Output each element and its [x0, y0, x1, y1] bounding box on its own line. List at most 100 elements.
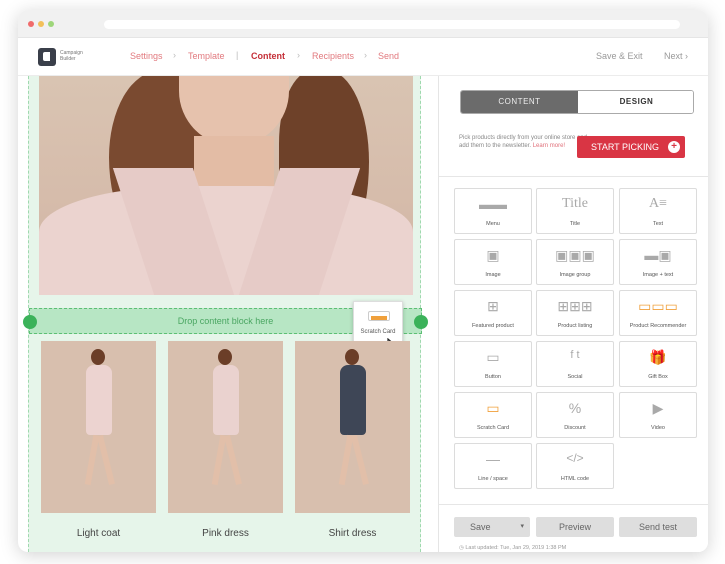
button-icon: ▭ — [486, 349, 500, 365]
sidebar-tabs: CONTENT DESIGN — [460, 90, 694, 114]
image-icon: ▣ — [486, 247, 500, 263]
email-canvas[interactable]: Drop content block here Scratch Card Lig… — [23, 76, 428, 552]
block-label: Image group — [559, 272, 591, 278]
save-exit-link[interactable]: Save & Exit — [596, 51, 643, 61]
block-label: Discount — [564, 425, 586, 431]
step-template[interactable]: Template — [188, 51, 225, 61]
block-discount[interactable]: % Discount — [536, 392, 614, 438]
tab-design[interactable]: DESIGN — [578, 91, 693, 113]
block-button[interactable]: ▭ Button — [454, 341, 532, 387]
block-label: Product listing — [557, 323, 593, 329]
dragged-block-scratch-card[interactable]: Scratch Card — [353, 301, 403, 343]
save-button[interactable]: Save ▾ — [454, 517, 530, 537]
drop-handle-right-icon[interactable] — [414, 315, 428, 329]
browser-chrome — [18, 10, 708, 38]
close-dot-icon[interactable] — [28, 21, 34, 27]
logo-text: Campaign Builder — [60, 50, 83, 62]
save-label: Save — [470, 522, 491, 532]
plus-icon: + — [668, 141, 680, 153]
block-label: Social — [567, 374, 583, 380]
product-image-pink-dress[interactable] — [168, 341, 283, 513]
step-separator-icon: | — [236, 50, 239, 60]
html-code-icon: </> — [566, 451, 584, 465]
block-label: Product Recommender — [629, 323, 687, 329]
image-text-icon: ▬▣ — [644, 247, 672, 263]
block-featured-product[interactable]: ⊞ Featured product — [454, 290, 532, 336]
dragged-block-label: Scratch Card — [360, 329, 396, 335]
block-label: Video — [651, 425, 665, 431]
product-image-shirt-dress[interactable] — [295, 341, 410, 513]
step-recipients[interactable]: Recipients — [312, 51, 354, 61]
step-send[interactable]: Send — [378, 51, 399, 61]
product-recommender-icon: ▭▭▭ — [638, 298, 678, 314]
block-social[interactable]: f t Social — [536, 341, 614, 387]
block-scratch-card[interactable]: ▭ Scratch Card — [454, 392, 532, 438]
block-product-listing[interactable]: ⊞⊞⊞ Product listing — [536, 290, 614, 336]
menu-icon: ▬▬ — [479, 196, 507, 212]
step-separator-icon: › — [173, 50, 176, 60]
logo-icon — [38, 48, 56, 66]
last-updated-text: ◷ Last updated: Tue, Jan 29, 2019 1:38 P… — [459, 545, 566, 551]
step-separator-icon: › — [364, 50, 367, 60]
block-html-code[interactable]: </> HTML code — [536, 443, 614, 489]
scratch-card-icon — [368, 311, 390, 321]
step-content[interactable]: Content — [251, 51, 285, 61]
block-text[interactable]: A≡ Text — [619, 188, 697, 234]
scratch-card-icon: ▭ — [486, 400, 500, 416]
gift-box-icon: 🎁 — [649, 349, 667, 365]
content-sidebar: CONTENT DESIGN Pick products directly fr… — [438, 76, 708, 552]
block-line-space[interactable]: — Line / space — [454, 443, 532, 489]
minimize-dot-icon[interactable] — [38, 21, 44, 27]
block-image-text[interactable]: ▬▣ Image + text — [619, 239, 697, 285]
block-video[interactable]: ▶ Video — [619, 392, 697, 438]
image-group-icon: ▣▣▣ — [555, 247, 595, 263]
tab-content[interactable]: CONTENT — [461, 91, 578, 113]
product-listing-icon: ⊞⊞⊞ — [557, 298, 593, 314]
start-picking-button[interactable]: START PICKING + — [577, 136, 685, 158]
block-label: Line / space — [478, 476, 508, 482]
learn-more-link[interactable]: Learn more! — [533, 143, 565, 149]
block-product-recommender[interactable]: ▭▭▭ Product Recommender — [619, 290, 697, 336]
block-label: Text — [652, 221, 664, 227]
product-name: Light coat — [76, 528, 121, 539]
next-chevron-icon[interactable]: › — [685, 51, 688, 61]
block-menu[interactable]: ▬▬ Menu — [454, 188, 532, 234]
discount-icon: % — [568, 400, 582, 416]
address-bar[interactable] — [104, 20, 680, 29]
title-icon: Title — [562, 196, 588, 211]
preview-button[interactable]: Preview — [536, 517, 614, 537]
block-label: Menu — [486, 221, 500, 227]
product-grid: Light coat Pink dress Shirt dress — [29, 341, 422, 552]
block-image[interactable]: ▣ Image — [454, 239, 532, 285]
block-label: Featured product — [472, 323, 514, 329]
block-label: Scratch Card — [476, 425, 510, 431]
block-label: Button — [485, 374, 501, 380]
video-icon: ▶ — [652, 400, 664, 416]
block-image-group[interactable]: ▣▣▣ Image group — [536, 239, 614, 285]
step-settings[interactable]: Settings — [130, 51, 163, 61]
start-picking-label: START PICKING — [591, 142, 660, 152]
block-label: Image — [485, 272, 501, 278]
social-icon: f t — [570, 349, 580, 361]
sidebar-footer: Save ▾ Preview Send test ◷ Last updated:… — [439, 504, 708, 552]
featured-product-icon: ⊞ — [487, 298, 499, 314]
product-name: Shirt dress — [328, 528, 377, 539]
block-title[interactable]: Title Title — [536, 188, 614, 234]
step-separator-icon: › — [297, 50, 300, 60]
block-label: Title — [569, 221, 581, 227]
hero-image[interactable] — [39, 76, 413, 295]
send-test-button[interactable]: Send test — [619, 517, 697, 537]
divider — [439, 176, 708, 177]
last-updated-value: Last updated: Tue, Jan 29, 2019 1:38 PM — [465, 545, 567, 551]
browser-window: Campaign Builder Settings › Template | C… — [18, 10, 708, 552]
next-link[interactable]: Next — [664, 51, 683, 61]
line-space-icon: — — [486, 451, 500, 467]
text-icon: A≡ — [648, 196, 667, 211]
maximize-dot-icon[interactable] — [48, 21, 54, 27]
chevron-down-icon[interactable]: ▾ — [520, 517, 524, 537]
product-name: Pink dress — [202, 528, 249, 539]
product-image-light-coat[interactable] — [41, 341, 156, 513]
product-picker-hint: Pick products directly from your online … — [459, 134, 591, 150]
block-gift-box[interactable]: 🎁 Gift Box — [619, 341, 697, 387]
app-header: Campaign Builder Settings › Template | C… — [18, 38, 708, 76]
